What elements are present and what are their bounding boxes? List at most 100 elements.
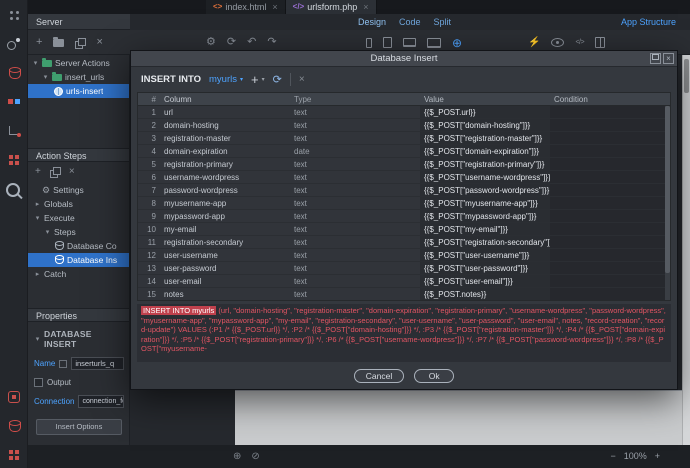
maximize-icon[interactable]	[650, 53, 661, 64]
view-mode-split[interactable]: Split	[434, 17, 452, 27]
table-row[interactable]: 12user-usernametext{{$_POST["user-userna…	[138, 249, 670, 262]
tab-index-html[interactable]: index.html	[206, 0, 286, 14]
preview-eye-icon[interactable]	[551, 38, 564, 47]
responsive-crosshair-icon[interactable]	[452, 36, 462, 50]
chevron-down-icon[interactable]	[34, 335, 41, 343]
dock-extensions-icon[interactable]	[7, 95, 21, 109]
design-vertical-scrollbar[interactable]	[682, 55, 690, 445]
close-icon[interactable]	[272, 3, 277, 12]
zoom-in-button[interactable]	[655, 451, 660, 461]
app-structure-panel-title[interactable]: App Structure	[621, 14, 676, 30]
table-cell: text	[290, 262, 420, 274]
table-row[interactable]: 15notestext{{$_POST.notes}}	[138, 288, 670, 301]
ok-button[interactable]: Ok	[414, 369, 454, 383]
view-mode-code[interactable]: Code	[399, 17, 421, 27]
table-cell: registration-secondary	[160, 236, 290, 248]
redo-icon[interactable]	[267, 37, 276, 48]
chevron-down-icon[interactable]	[34, 214, 41, 222]
add-column-caret-icon[interactable]	[262, 76, 265, 83]
disable-icon[interactable]	[251, 451, 259, 462]
dock-apps-icon[interactable]	[7, 8, 21, 22]
add-icon[interactable]	[36, 37, 42, 48]
close-icon[interactable]	[363, 3, 368, 12]
step-catch[interactable]: Catch	[28, 267, 129, 281]
dock-database-manager-icon[interactable]	[7, 419, 21, 433]
refresh-columns-icon[interactable]	[273, 73, 282, 86]
scrollbar-thumb[interactable]	[684, 59, 689, 93]
output-row: Output	[34, 378, 124, 387]
new-folder-icon[interactable]	[53, 39, 64, 47]
tree-item-server-actions[interactable]: Server Actions	[28, 56, 129, 70]
add-element-icon[interactable]	[233, 451, 241, 462]
cancel-button[interactable]: Cancel	[354, 369, 404, 383]
add-column-button[interactable]	[251, 72, 259, 87]
step-settings[interactable]: Settings	[28, 183, 129, 197]
dock-project-icon[interactable]	[7, 390, 21, 404]
tab-urlsform-php[interactable]: urlsform.php	[286, 0, 377, 14]
chevron-right-icon[interactable]	[34, 270, 41, 278]
undo-icon[interactable]	[247, 37, 256, 48]
table-row[interactable]: 13user-passwordtext{{$_POST["user-passwo…	[138, 262, 670, 275]
zoom-out-button[interactable]	[610, 451, 615, 461]
laptop-view-icon[interactable]	[403, 38, 416, 47]
tablet-view-icon[interactable]	[383, 37, 392, 48]
chevron-down-icon[interactable]	[42, 73, 49, 81]
step-database-connect[interactable]: Database Co	[28, 239, 129, 253]
table-row[interactable]: 8myusername-apptext{{$_POST["myusername-…	[138, 197, 670, 210]
output-checkbox[interactable]	[34, 378, 43, 387]
table-cell: 1	[138, 106, 160, 118]
delete-step-icon[interactable]	[69, 166, 75, 177]
tree-item-urls-insert[interactable]: urls-insert	[28, 84, 129, 98]
table-row[interactable]: 10my-emailtext{{$_POST["my-email"]}}	[138, 223, 670, 236]
step-steps[interactable]: Steps	[28, 225, 129, 239]
table-cell: text	[290, 184, 420, 196]
table-scrollbar[interactable]	[665, 106, 670, 300]
dynamic-data-bolt-icon[interactable]	[528, 37, 540, 48]
delete-icon[interactable]	[96, 37, 102, 48]
phone-view-icon[interactable]	[366, 38, 372, 48]
dock-modules-icon[interactable]	[7, 153, 21, 167]
dock-structure-icon[interactable]	[7, 124, 21, 138]
table-row[interactable]: 6username-wordpresstext{{$_POST["usernam…	[138, 171, 670, 184]
step-execute[interactable]: Execute	[28, 211, 129, 225]
table-row[interactable]: 11registration-secondarytext{{$_POST["re…	[138, 236, 670, 249]
tree-item-insert-urls[interactable]: insert_urls	[28, 70, 129, 84]
table-row[interactable]: 7password-wordpresstext{{$_POST["passwor…	[138, 184, 670, 197]
table-row[interactable]: 1urltext{{$_POST.url}}	[138, 106, 670, 119]
connection-select[interactable]: connection_for_urls	[78, 395, 124, 408]
dock-search-icon[interactable]	[5, 182, 23, 200]
close-icon[interactable]	[663, 53, 674, 64]
remove-column-icon[interactable]	[299, 74, 305, 85]
copy-icon[interactable]	[75, 38, 85, 48]
docs-book-icon[interactable]	[595, 37, 605, 48]
step-label: Catch	[44, 269, 66, 279]
step-database-insert[interactable]: Database Ins	[28, 253, 129, 267]
chevron-down-icon[interactable]	[44, 228, 51, 236]
code-view-icon[interactable]	[575, 39, 584, 46]
dock-database-icon[interactable]	[7, 66, 21, 80]
scrollbar-thumb[interactable]	[665, 106, 670, 273]
step-globals[interactable]: Globals	[28, 197, 129, 211]
chevron-right-icon[interactable]	[34, 200, 41, 208]
table-cell: text	[290, 223, 420, 235]
view-mode-design[interactable]: Design	[358, 17, 386, 27]
table-row[interactable]: 4domain-expirationdate{{$_POST["domain-e…	[138, 145, 670, 158]
table-row[interactable]: 14user-emailtext{{$_POST["user-email"]}}	[138, 275, 670, 288]
name-input[interactable]: inserturls_q	[71, 357, 124, 370]
table-select[interactable]: myurls	[209, 74, 243, 85]
table-row[interactable]: 5registration-primarytext{{$_POST["regis…	[138, 158, 670, 171]
dock-grid-icon[interactable]	[7, 448, 21, 462]
gear-icon[interactable]	[206, 37, 216, 48]
binding-icon[interactable]	[59, 360, 67, 368]
table-row[interactable]: 3registration-mastertext{{$_POST["regist…	[138, 132, 670, 145]
desktop-view-icon[interactable]	[427, 38, 441, 48]
insert-options-button[interactable]: Insert Options	[36, 419, 122, 435]
dock-workflows-icon[interactable]	[7, 37, 21, 51]
copy-step-icon[interactable]	[50, 167, 60, 177]
design-view-surface[interactable]	[235, 390, 682, 445]
table-row[interactable]: 9mypassword-apptext{{$_POST["mypassword-…	[138, 210, 670, 223]
chevron-down-icon[interactable]	[32, 59, 39, 67]
add-step-icon[interactable]	[35, 166, 41, 177]
table-row[interactable]: 2domain-hostingtext{{$_POST["domain-host…	[138, 119, 670, 132]
refresh-icon[interactable]	[227, 37, 236, 48]
